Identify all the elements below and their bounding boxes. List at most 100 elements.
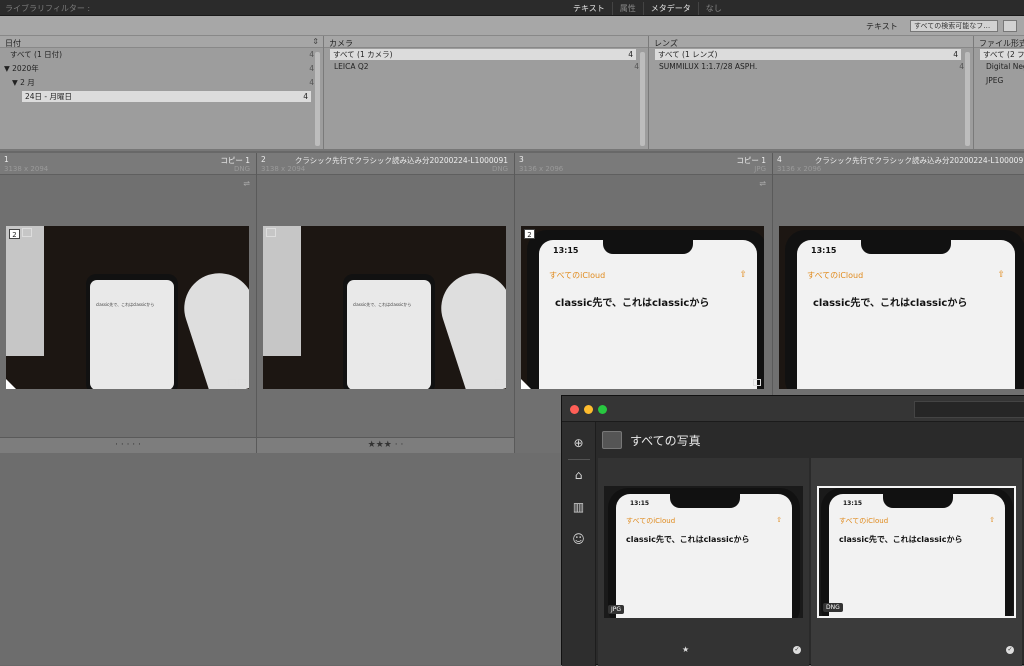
searchable-fields-select[interactable]: すべての検索可能なフ… [910, 20, 998, 32]
phone-image: classic先で、これはclassicから [86, 274, 178, 389]
photo-card-image[interactable]: 13:15 すべてのiCloud ⇧ classic先で、これはclassicか… [817, 486, 1016, 618]
lens-row-label: SUMMILUX 1:1.7/28 ASPH. [659, 62, 758, 71]
stack-badge[interactable]: 2 [524, 229, 535, 239]
photo-thumbnail[interactable]: 13:15 すべてのiCloud ⇧ classic先で、これはclassicか… [521, 226, 764, 389]
cell-filetype: DNG [233, 165, 250, 173]
photos-app-window: ⊕ ⌂ ▥ ☺ すべての写真 13:15 すべてのiCloud ⇧ classi… [561, 395, 1024, 666]
cell-dimensions: 3136 x 2096 [519, 165, 564, 173]
grid-cell[interactable]: 2 クラシック先行でクラシック読み込み分20200224-L1000091 31… [257, 153, 515, 453]
lens-scrollbar[interactable] [965, 52, 970, 146]
share-icon: ⇧ [989, 516, 995, 524]
photo-card[interactable]: 13:15 すべてのiCloud ⇧ classic先で、これはclassicか… [598, 458, 809, 666]
maximize-button[interactable] [598, 405, 607, 414]
library-icon[interactable]: ▥ [571, 500, 586, 515]
date-column: 日付 ⇕ すべて (1 日付) 4 ▼ 2020年 4 ▼ 2 月 4 24日 - 月曜… [0, 36, 324, 149]
lens-row-selected[interactable]: すべて (1 レンズ) 4 [655, 49, 961, 60]
check-icon[interactable]: ✓ [793, 646, 801, 654]
match-select[interactable] [1003, 20, 1017, 32]
cell-filetype: JPG [754, 165, 766, 173]
check-icon[interactable]: ✓ [1006, 646, 1014, 654]
people-icon[interactable]: ☺ [571, 532, 586, 547]
phone-image: 13:15 すべてのiCloud ⇧ classic先で、これはclassicか… [608, 488, 800, 618]
phone-time: 13:15 [811, 246, 837, 255]
home-icon[interactable]: ⌂ [571, 468, 586, 483]
rotate-icon[interactable]: ⇌ [243, 179, 250, 188]
stack-icon [22, 228, 32, 237]
phone-image: 13:15 すべてのiCloud ⇧ classic先で、これはclassicか… [785, 230, 1024, 389]
phone-screen-text: classic先で、これはclassicから [353, 302, 412, 307]
rating-stars[interactable]: · · · · · [0, 437, 256, 453]
tab-none[interactable]: なし [697, 2, 729, 15]
tab-attribute[interactable]: 属性 [611, 2, 643, 15]
phone-image: classic先で、これはclassicから [343, 274, 435, 389]
stack-icon [266, 228, 276, 237]
phone-notch [861, 240, 951, 254]
cell-filename: クラシック先行でクラシック読み込み分20200224-L1000091 [814, 156, 1024, 165]
library-filter-bar: ライブラリフィルター : テキスト 属性 メタデータ なし [0, 0, 1024, 16]
filetype-row-selected[interactable]: すべて (2 フ [980, 49, 1024, 60]
crop-icon [753, 379, 761, 386]
lens-row-count: 4 [953, 50, 958, 59]
photo-thumbnail[interactable]: classic先で、これはclassicから 2 [6, 226, 249, 389]
date-row-label: 24日 - 月曜日 [25, 92, 73, 101]
format-badge: JPG [608, 605, 625, 614]
rating-star-icon[interactable]: ★ [682, 645, 689, 654]
phone-headline: classic先で、これはclassicから [626, 535, 750, 544]
cell-dimensions: 3138 x 2094 [4, 165, 49, 173]
close-button[interactable] [570, 405, 579, 414]
mouse-image [432, 264, 506, 389]
album-title: すべての写真 [630, 434, 701, 448]
date-row[interactable]: すべて (1 日付) 4 [0, 48, 323, 62]
metadata-filter-panel: 日付 ⇕ すべて (1 日付) 4 ▼ 2020年 4 ▼ 2 月 4 24日 - 月曜… [0, 36, 1024, 151]
lens-row-count: 4 [959, 62, 964, 71]
photo-card-selected[interactable]: 13:15 すべてのiCloud ⇧ classic先で、これはclassicか… [811, 458, 1022, 666]
rating-stars[interactable]: ★★★ · · [257, 437, 514, 453]
camera-scrollbar[interactable] [640, 52, 645, 146]
sidebar-divider [568, 459, 590, 460]
photo-card-image[interactable]: 13:15 すべてのiCloud ⇧ classic先で、これはclassicか… [604, 486, 803, 618]
format-badge: DNG [823, 603, 843, 612]
lens-row[interactable]: SUMMILUX 1:1.7/28 ASPH. 4 [649, 60, 973, 74]
camera-row-label: すべて (1 カメラ) [333, 50, 393, 59]
rotate-icon[interactable]: ⇌ [759, 179, 766, 188]
phone-headline: classic先で、これはclassicから [555, 298, 710, 309]
grid-cell[interactable]: 1 コピー 1 3138 x 2094 DNG ⇌ classic先で、これはc… [0, 153, 257, 453]
share-icon: ⇧ [776, 516, 782, 524]
date-row-label: ▼ 2020年 [4, 64, 39, 73]
phone-image: 13:15 すべてのiCloud ⇧ classic先で、これはclassicか… [527, 230, 764, 389]
camera-column-header: カメラ [329, 39, 353, 48]
filetype-row[interactable]: JPEG [974, 74, 1024, 88]
cell-index: 1 [4, 155, 9, 164]
date-row-selected[interactable]: 24日 - 月曜日 4 [22, 91, 311, 102]
date-row[interactable]: ▼ 2020年 4 [0, 62, 323, 76]
date-row-count: 4 [309, 64, 314, 73]
date-column-header: 日付 [5, 39, 21, 48]
minimize-button[interactable] [584, 405, 593, 414]
window-titlebar [562, 396, 1024, 422]
date-row-label: ▼ 2 月 [12, 78, 35, 87]
camera-row-selected[interactable]: すべて (1 カメラ) 4 [330, 49, 636, 60]
cell-index: 2 [261, 155, 266, 164]
photo-thumbnail[interactable]: 13:15 すべてのiCloud ⇧ classic先で、これはclassicか… [779, 226, 1024, 389]
search-input[interactable] [914, 401, 1024, 418]
camera-row[interactable]: LEICA Q2 4 [324, 60, 648, 74]
cell-index: 3 [519, 155, 524, 164]
date-scrollbar[interactable] [315, 52, 320, 146]
add-icon[interactable]: ⊕ [571, 436, 586, 451]
edit-icon [228, 379, 236, 386]
filetype-row[interactable]: Digital Nega [974, 60, 1024, 74]
column-menu-icon[interactable]: ⇕ [312, 37, 319, 46]
phone-time: 13:15 [630, 500, 650, 507]
corner-icon [521, 379, 531, 389]
tab-text[interactable]: テキスト [566, 2, 612, 15]
stack-badge[interactable]: 2 [9, 229, 20, 239]
phone-headline: classic先で、これはclassicから [839, 535, 963, 544]
corner-icon [6, 379, 16, 389]
photo-thumbnail[interactable]: classic先で、これはclassicから [263, 226, 506, 389]
date-row-count: 4 [309, 50, 314, 59]
phone-back-link: すべてのiCloud [807, 271, 864, 280]
date-row[interactable]: ▼ 2 月 4 [0, 76, 323, 90]
phone-notch [603, 240, 693, 254]
lens-column-header: レンズ [654, 39, 678, 48]
tab-metadata[interactable]: メタデータ [642, 2, 698, 15]
